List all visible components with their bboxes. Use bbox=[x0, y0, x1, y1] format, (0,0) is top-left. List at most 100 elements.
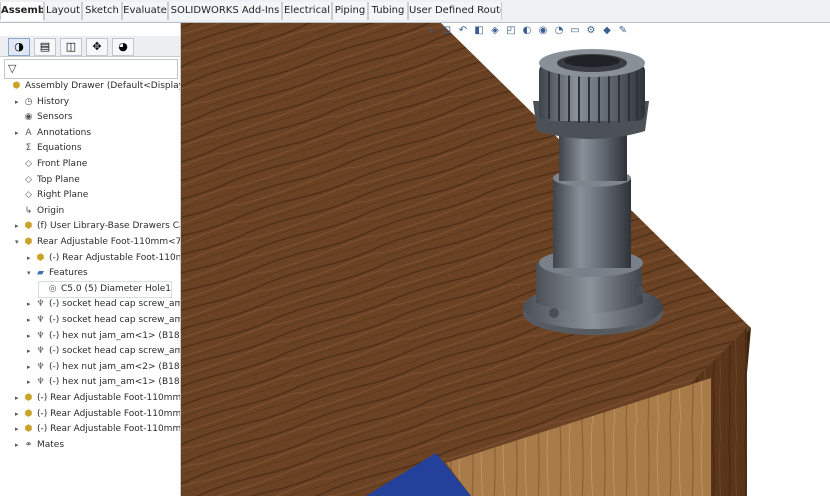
tree-item[interactable]: ◉ Sensors bbox=[15, 110, 73, 125]
tab-piping[interactable]: Piping bbox=[332, 2, 368, 20]
section-view-icon[interactable]: ◧ bbox=[473, 25, 485, 39]
tree-item-label: (-) socket head cap screw_am bbox=[49, 346, 181, 357]
tab-tubing[interactable]: Tubing bbox=[368, 2, 408, 20]
tree-item[interactable]: Σ Equations bbox=[15, 141, 82, 156]
subassembly-icon: ⬢ bbox=[24, 237, 33, 247]
tree-item[interactable]: ◇ Top Plane bbox=[15, 173, 80, 188]
expand-caret-icon[interactable]: ▸ bbox=[15, 126, 23, 141]
hide-show-icon[interactable]: ◉ bbox=[537, 25, 549, 39]
expand-caret-icon[interactable]: ▸ bbox=[27, 251, 35, 266]
tree-item-label: (-) socket head cap screw_am bbox=[49, 315, 181, 325]
tab-sketch[interactable]: Sketch bbox=[82, 2, 122, 20]
property-manager-icon[interactable]: ▤ bbox=[34, 38, 56, 56]
annotations-icon: A bbox=[25, 127, 32, 138]
dimxpert-icon[interactable]: ✥ bbox=[86, 38, 108, 56]
tree-item[interactable]: ▸ ♆ (-) socket head cap screw_am bbox=[27, 313, 181, 328]
feature-manager-panel: ◑ ▤ ◫ ✥ ◕ ▽ ⬢ Assembly Drawer (Default<Displa… bbox=[0, 23, 181, 496]
tree-item[interactable]: ▸ ♆ (-) hex nut jam_am<1> (B18.2 bbox=[27, 329, 180, 344]
screw-icon: ♆ bbox=[36, 330, 45, 341]
apply-scene-icon[interactable]: ▭ bbox=[569, 25, 581, 39]
tree-item[interactable]: ▸ ⚭ Mates bbox=[15, 438, 64, 453]
plane-icon: ◇ bbox=[25, 159, 32, 169]
tree-item[interactable]: ▸ ⬢ (f) User Library-Base Drawers Cab bbox=[15, 219, 180, 234]
expand-caret-icon[interactable]: ▸ bbox=[27, 360, 35, 375]
tree-item[interactable]: ◇ Front Plane bbox=[15, 157, 87, 172]
view-settings-icon[interactable]: ⚙ bbox=[585, 25, 597, 39]
feature-manager-icon[interactable]: ◑ bbox=[8, 38, 30, 56]
tree-item[interactable]: ◇ Right Plane bbox=[15, 188, 88, 203]
tree-item[interactable]: ▸ ⬢ (-) Rear Adjustable Foot-110n bbox=[27, 251, 181, 266]
filter-field[interactable]: ▽ bbox=[4, 59, 178, 79]
tree-item-label: Assembly Drawer (Default<Display S bbox=[25, 81, 181, 91]
pen-icon[interactable]: ✎ bbox=[617, 25, 629, 39]
tree-item[interactable]: ↳ Origin bbox=[15, 204, 64, 219]
tab-layout[interactable]: Layout bbox=[44, 2, 82, 20]
expand-caret-icon[interactable]: ▸ bbox=[15, 95, 23, 110]
tree-item[interactable]: ▸ ⬢ (-) Rear Adjustable Foot-110mm- bbox=[15, 422, 181, 437]
expand-caret-icon[interactable]: ▸ bbox=[15, 391, 23, 406]
expand-caret-icon[interactable]: ▸ bbox=[27, 375, 35, 390]
expand-caret-icon[interactable]: ▸ bbox=[15, 219, 23, 234]
collapse-caret-icon[interactable]: ▾ bbox=[15, 235, 23, 250]
view-orientation-icon[interactable]: ◰ bbox=[505, 25, 517, 39]
tab-solidworks-add-ins[interactable]: SOLIDWORKS Add-Ins bbox=[168, 2, 282, 20]
tree-item-label: Sensors bbox=[37, 112, 73, 123]
tree-item-label: (-) Rear Adjustable Foot-110mm- bbox=[37, 424, 181, 435]
collapse-caret-icon[interactable]: ▾ bbox=[27, 266, 35, 281]
tree-item-label: History bbox=[37, 96, 70, 107]
tree-item[interactable]: ▸ ♆ (-) hex nut jam_am<1> (B18.2 bbox=[27, 375, 181, 390]
tree-item[interactable]: ▸ ♆ (-) socket head cap screw_am bbox=[27, 297, 181, 312]
tree-item-label: Features bbox=[49, 268, 88, 279]
tab-user-defined-route[interactable]: User Defined Route bbox=[408, 2, 502, 20]
tree-item[interactable]: ▸ ⬢ (-) Rear Adjustable Foot-110mm- bbox=[15, 391, 180, 406]
tree-item-label: C5.0 (5) Diameter Hole1 bbox=[61, 283, 171, 294]
view-toolbar: ⌕ ⊡ ↶ ◧ ◈ ◰ ◐ ◉ ◔ ▭ ⚙ ◆ ✎ bbox=[425, 25, 629, 39]
display-manager-icon[interactable]: ◕ bbox=[112, 38, 134, 56]
tree-item[interactable]: ▸ ◷ History bbox=[15, 95, 69, 110]
expand-caret-icon[interactable]: ▸ bbox=[27, 344, 35, 359]
screw-icon: ♆ bbox=[36, 299, 45, 310]
tab-evaluate[interactable]: Evaluate bbox=[122, 2, 168, 20]
assembly-icon: ⬢ bbox=[12, 81, 21, 91]
configuration-manager-icon[interactable]: ◫ bbox=[60, 38, 82, 56]
tab-electrical[interactable]: Electrical bbox=[282, 2, 332, 20]
tree-item-label: (-) Rear Adjustable Foot-110n bbox=[49, 252, 181, 263]
tree-item[interactable]: ▸ ♆ (-) hex nut jam_am<2> (B18.2 bbox=[27, 360, 180, 375]
dynamic-annotation-icon[interactable]: ◈ bbox=[489, 25, 501, 39]
tree-item[interactable]: ▾ ⬢ Rear Adjustable Foot-110mm<7 bbox=[15, 235, 181, 250]
tab-assembly[interactable]: Assembly bbox=[0, 2, 44, 21]
origin-icon: ↳ bbox=[24, 205, 33, 216]
expand-caret-icon[interactable]: ▸ bbox=[15, 438, 23, 453]
filter-icon[interactable]: ▽ bbox=[5, 62, 16, 75]
expand-caret-icon[interactable]: ▸ bbox=[15, 422, 23, 437]
part-icon: ⬢ bbox=[24, 221, 33, 232]
tree-item-label: Rear Adjustable Foot-110mm<7 bbox=[37, 237, 181, 247]
screw-head-icon[interactable] bbox=[549, 308, 559, 318]
tree-item-label: (-) hex nut jam_am<1> (B18.2 bbox=[49, 377, 181, 388]
subassembly-icon: ⬢ bbox=[24, 424, 33, 435]
tree-item[interactable]: ▸ ⬢ (-) Rear Adjustable Foot-110mm- bbox=[15, 407, 180, 422]
tree-item[interactable]: ▸ A Annotations bbox=[15, 126, 91, 141]
expand-caret-icon[interactable]: ▸ bbox=[27, 329, 35, 344]
subassembly-icon: ⬢ bbox=[24, 393, 33, 403]
cube-icon[interactable]: ◆ bbox=[601, 25, 613, 39]
tree-item[interactable]: ▸ ♆ (-) socket head cap screw_am bbox=[27, 344, 181, 359]
screw-head-icon[interactable] bbox=[634, 286, 644, 296]
tree-item[interactable]: ⬢ Assembly Drawer (Default<Display S bbox=[3, 79, 181, 94]
previous-view-icon[interactable]: ↶ bbox=[457, 25, 469, 39]
expand-caret-icon[interactable]: ▸ bbox=[27, 297, 35, 312]
display-style-icon[interactable]: ◐ bbox=[521, 25, 533, 39]
tree-item-label: Mates bbox=[37, 439, 65, 450]
tree-item-label: Front Plane bbox=[37, 159, 88, 169]
tree-item[interactable]: ◎ C5.0 (5) Diameter Hole1 bbox=[39, 281, 171, 297]
expand-caret-icon[interactable]: ▸ bbox=[27, 313, 35, 328]
tree-item-label: Origin bbox=[37, 205, 65, 216]
zoom-to-fit-icon[interactable]: ⌕ bbox=[425, 25, 437, 39]
edit-appearance-icon[interactable]: ◔ bbox=[553, 25, 565, 39]
zoom-to-area-icon[interactable]: ⊡ bbox=[441, 25, 453, 39]
tree-item[interactable]: ▾ ▰ Features bbox=[27, 266, 88, 281]
tree-item-label: (-) socket head cap screw_am bbox=[49, 299, 181, 310]
expand-caret-icon[interactable]: ▸ bbox=[15, 407, 23, 422]
graphics-area[interactable]: ⌕ ⊡ ↶ ◧ ◈ ◰ ◐ ◉ ◔ ▭ ⚙ ◆ ✎ bbox=[181, 23, 830, 496]
model-view[interactable] bbox=[181, 23, 830, 496]
